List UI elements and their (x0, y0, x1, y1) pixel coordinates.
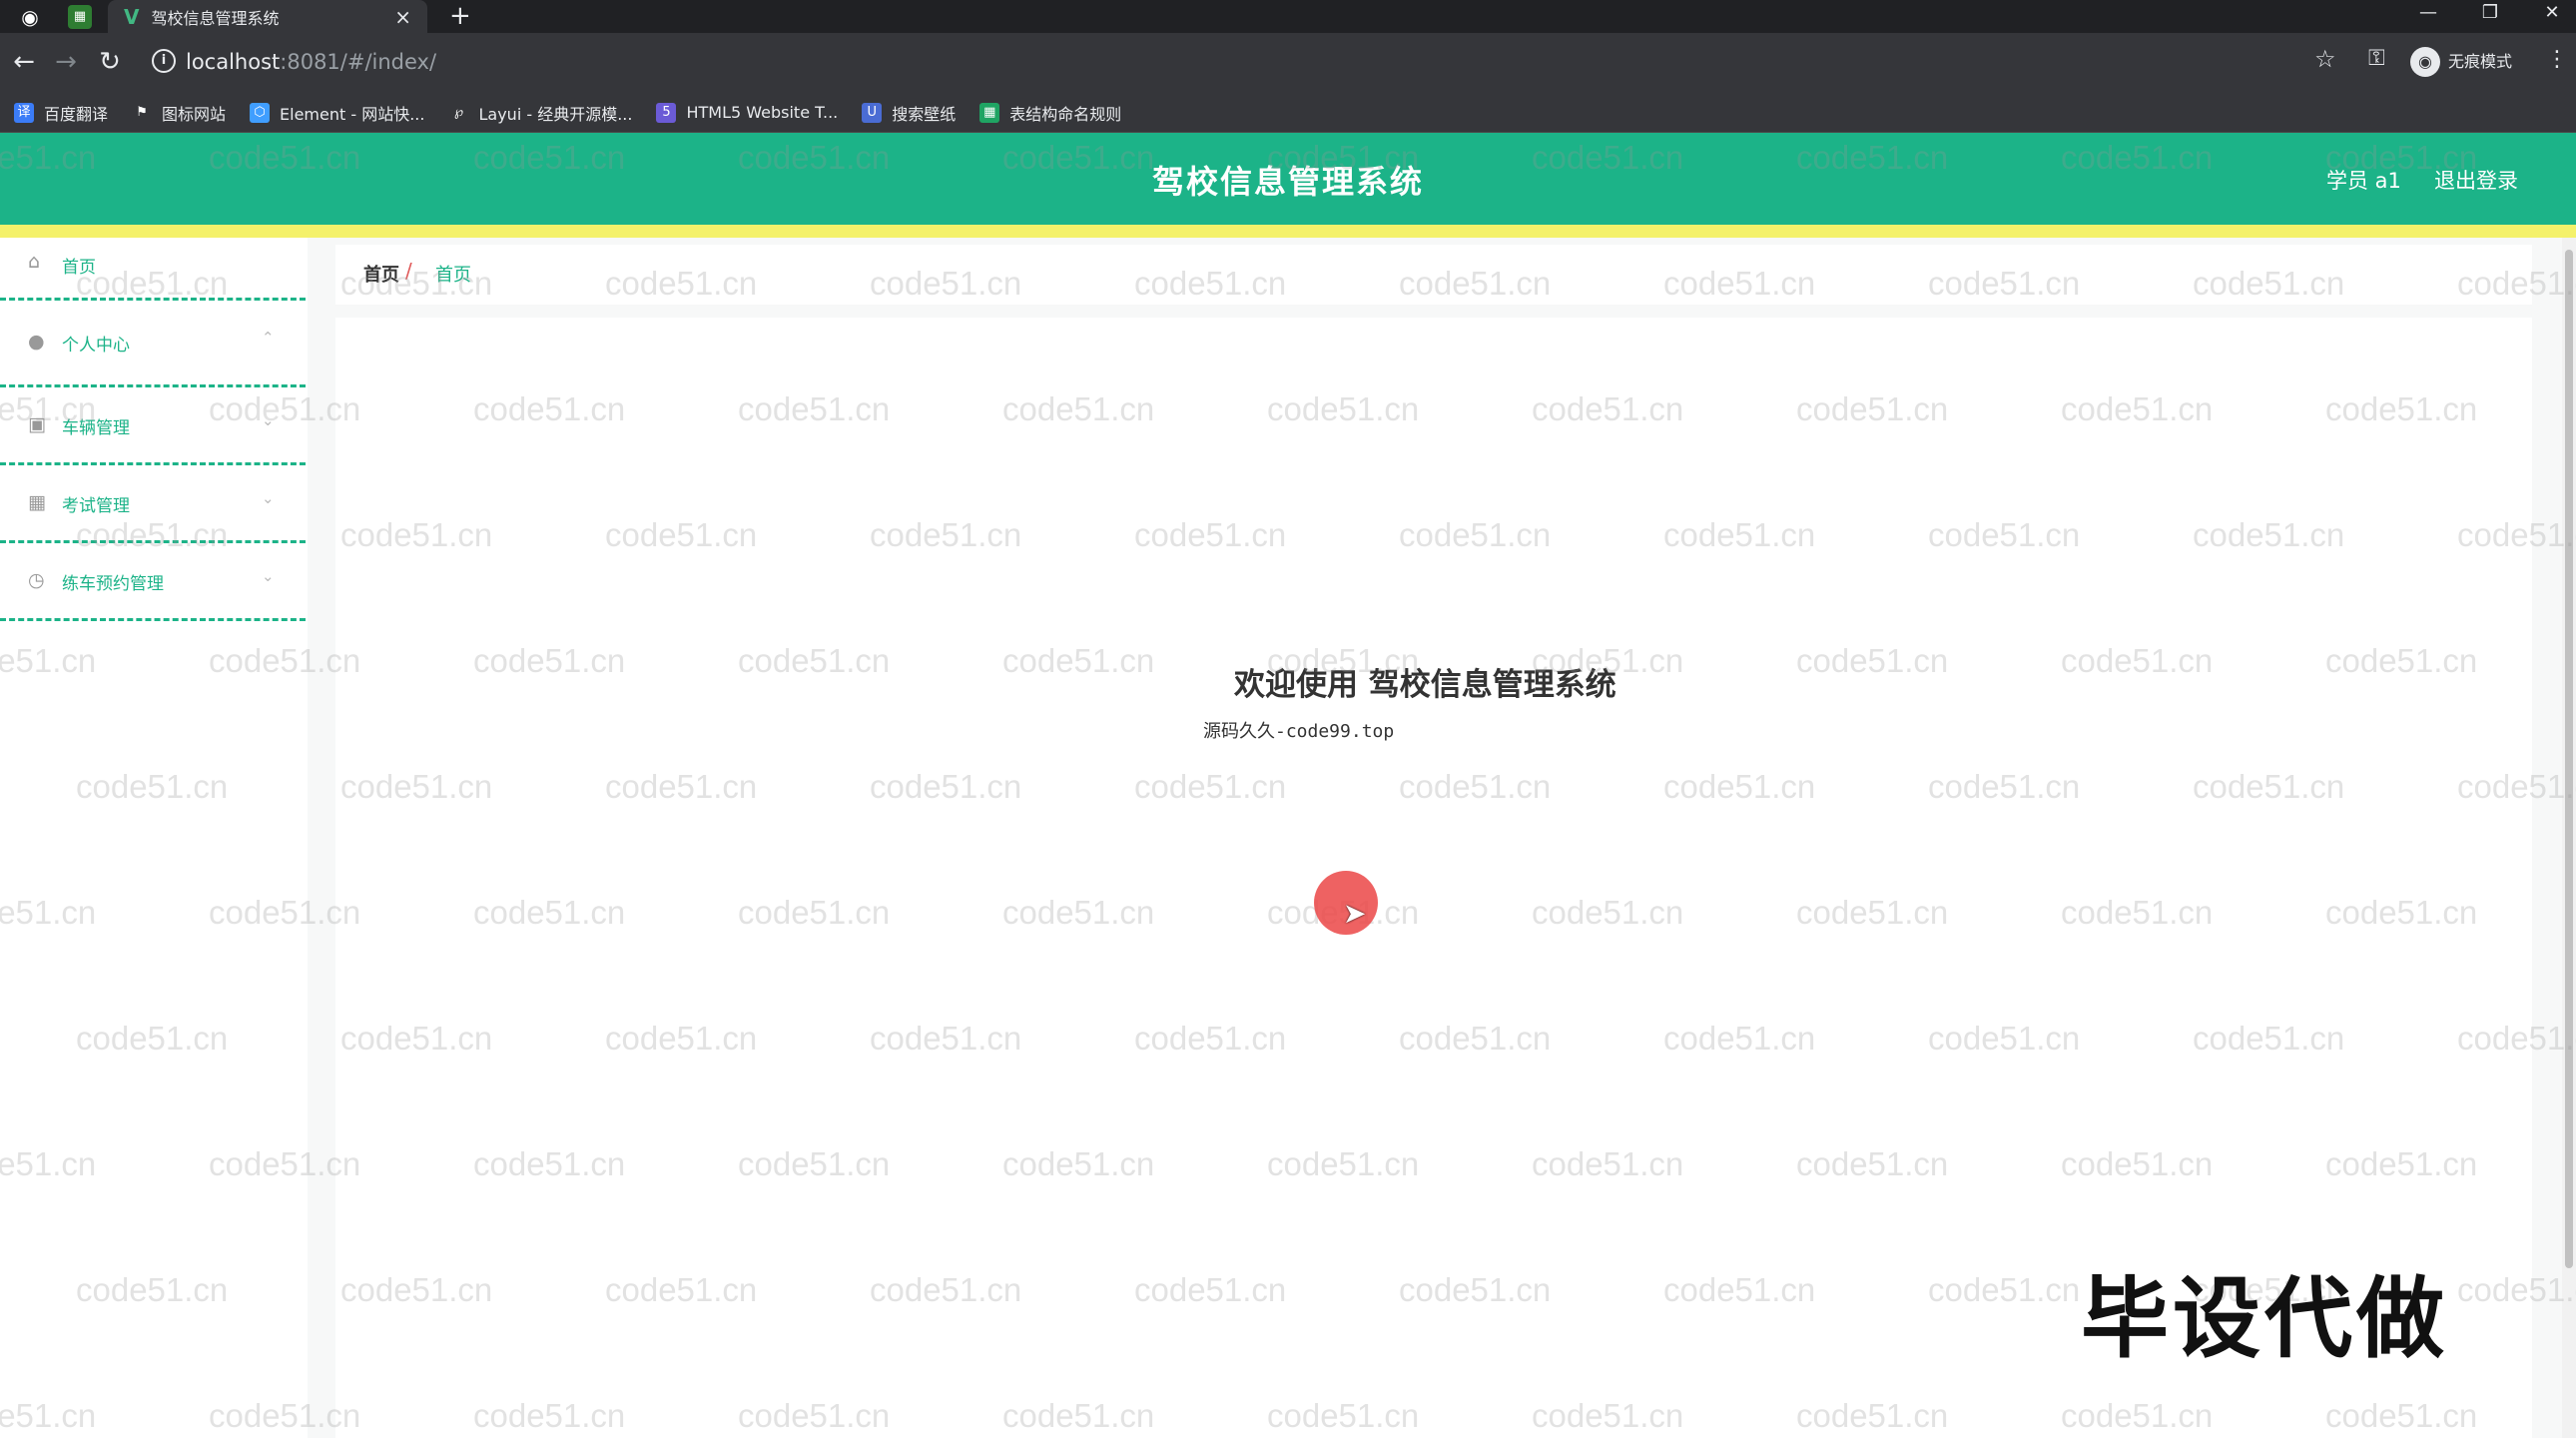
breadcrumb (335, 245, 2532, 305)
logout-link[interactable]: 退出登录 (2434, 165, 2518, 195)
chevron-down-icon: ⌄ (262, 567, 275, 585)
reload-icon[interactable]: ↻ (94, 47, 126, 77)
bookmark-item[interactable]: 5 HTML5 Website T... (656, 102, 839, 123)
bookmarks-bar: 译百度翻译 ⚑ 图标网站 ⬡ Element - 网站快... ℘ Layui - 经典开源… (0, 93, 2576, 133)
new-tab-button[interactable]: + (449, 0, 471, 33)
bookmark-item[interactable]: 译百度翻译 (14, 101, 108, 125)
sidebar-item-home[interactable]: ⌂ 首页 (0, 238, 306, 301)
browser-logo-icon[interactable]: ◉ (18, 5, 42, 29)
sheet-icon: ▦ (979, 102, 1000, 123)
bookmark-label: 图标网站 (162, 104, 227, 124)
chevron-down-icon: ⌄ (262, 411, 275, 429)
tab-close-icon[interactable]: × (394, 5, 411, 29)
clock-icon: ◷ (28, 569, 45, 591)
bookmark-item[interactable]: ⬡ Element - 网站快... (250, 101, 424, 125)
promo-overlay-text: 毕设代做 (2081, 1267, 2449, 1370)
incognito-icon[interactable]: ◉ (2410, 47, 2440, 77)
back-arrow-icon[interactable]: ← (8, 47, 40, 77)
browser-menu-icon[interactable]: ⋮ (2546, 47, 2568, 72)
current-user-label: 学员 a1 (2326, 169, 2401, 193)
bookmark-label: 表结构命名规则 (1009, 104, 1122, 124)
app-header: 驾校信息管理系统 学员 a1 退出登录 (0, 133, 2576, 225)
chevron-down-icon: ⌄ (262, 489, 275, 507)
sidebar-item-label: 车辆管理 (62, 418, 130, 438)
sidebar-item-practice-booking[interactable]: ◷ 练车预约管理 ⌄ (0, 543, 306, 621)
wallpaper-icon: U (862, 102, 883, 123)
bookmark-label: 搜索壁纸 (892, 104, 957, 124)
car-icon: ▣ (28, 413, 46, 435)
welcome-heading: 欢迎使用 驾校信息管理系统 (1234, 667, 1616, 703)
vue-favicon-icon: V (124, 4, 140, 29)
url-path: :8081/#/index/ (280, 50, 437, 74)
sidebar-item-exam-management[interactable]: ▦ 考试管理 ⌄ (0, 465, 306, 543)
sidebar-item-vehicle-management[interactable]: ▣ 车辆管理 ⌄ (0, 387, 306, 465)
scrollbar-thumb[interactable] (2565, 250, 2573, 1268)
home-icon: ⌂ (28, 251, 41, 273)
app-title: 驾校信息管理系统 (1151, 163, 1424, 201)
bookmark-label: Layui - 经典开源模... (478, 104, 633, 124)
bookmark-star-icon[interactable]: ☆ (2314, 45, 2336, 73)
pinned-tab-icon[interactable]: ▦ (68, 4, 92, 29)
flag-icon: ⚑ (132, 102, 153, 123)
sidebar-item-label: 考试管理 (62, 496, 130, 516)
incognito-label: 无痕模式 (2448, 52, 2513, 71)
header-accent-line (0, 225, 2576, 238)
tab-title: 驾校信息管理系统 (151, 8, 280, 28)
browser-tab-active[interactable]: V 驾校信息管理系统 × (108, 0, 427, 33)
bookmark-item[interactable]: ⚑ 图标网站 (132, 101, 226, 125)
window-close-icon[interactable]: ✕ (2532, 0, 2572, 26)
sidebar-item-label: 首页 (62, 258, 96, 278)
welcome-subtext: 源码久久-code99.top (1203, 721, 1395, 742)
breadcrumb-separator: / (405, 259, 412, 283)
chevron-up-icon: ⌃ (262, 329, 275, 347)
breadcrumb-home[interactable]: 首页 (363, 261, 399, 287)
translate-icon: 译 (14, 102, 34, 123)
bookmark-label: Element - 网站快... (280, 104, 425, 124)
bookmark-item[interactable]: ℘ Layui - 经典开源模... (448, 101, 632, 125)
sidebar: ⌂ 首页 ● 个人中心 ⌃ ▣ 车辆管理 ⌄ ▦ 考试管理 ⌄ ◷ 练车预约管理… (0, 238, 306, 1438)
bookmark-item[interactable]: ▦ 表结构命名规则 (979, 101, 1121, 125)
layui-icon: ℘ (448, 102, 469, 123)
bookmark-label: 百度翻译 (44, 104, 109, 124)
url-input[interactable]: localhost:8081/#/index/ (186, 47, 436, 77)
forward-arrow-icon[interactable]: → (50, 47, 82, 77)
password-key-icon[interactable]: ⚿ (2368, 46, 2385, 71)
grid-icon: ▦ (28, 491, 46, 513)
restore-icon[interactable]: ❐ (2470, 0, 2510, 26)
address-bar: ← → ↻ i localhost:8081/#/index/ ☆ ⚿ ◉ 无痕… (0, 33, 2576, 93)
bookmark-item[interactable]: U 搜索壁纸 (862, 101, 956, 125)
bookmark-label: HTML5 Website T... (686, 103, 839, 122)
sidebar-item-label: 练车预约管理 (62, 574, 164, 594)
breadcrumb-current: 首页 (435, 265, 471, 286)
minimize-icon[interactable]: — (2408, 0, 2448, 26)
mouse-cursor-icon: ➤ (1343, 897, 1367, 930)
sidebar-item-personal-center[interactable]: ● 个人中心 ⌃ (0, 301, 306, 387)
url-host: localhost (186, 50, 281, 74)
user-icon: ● (28, 331, 45, 353)
element-icon: ⬡ (250, 102, 271, 123)
site-info-icon[interactable]: i (152, 49, 176, 73)
sidebar-item-label: 个人中心 (62, 336, 130, 356)
html5-icon: 5 (656, 102, 677, 123)
